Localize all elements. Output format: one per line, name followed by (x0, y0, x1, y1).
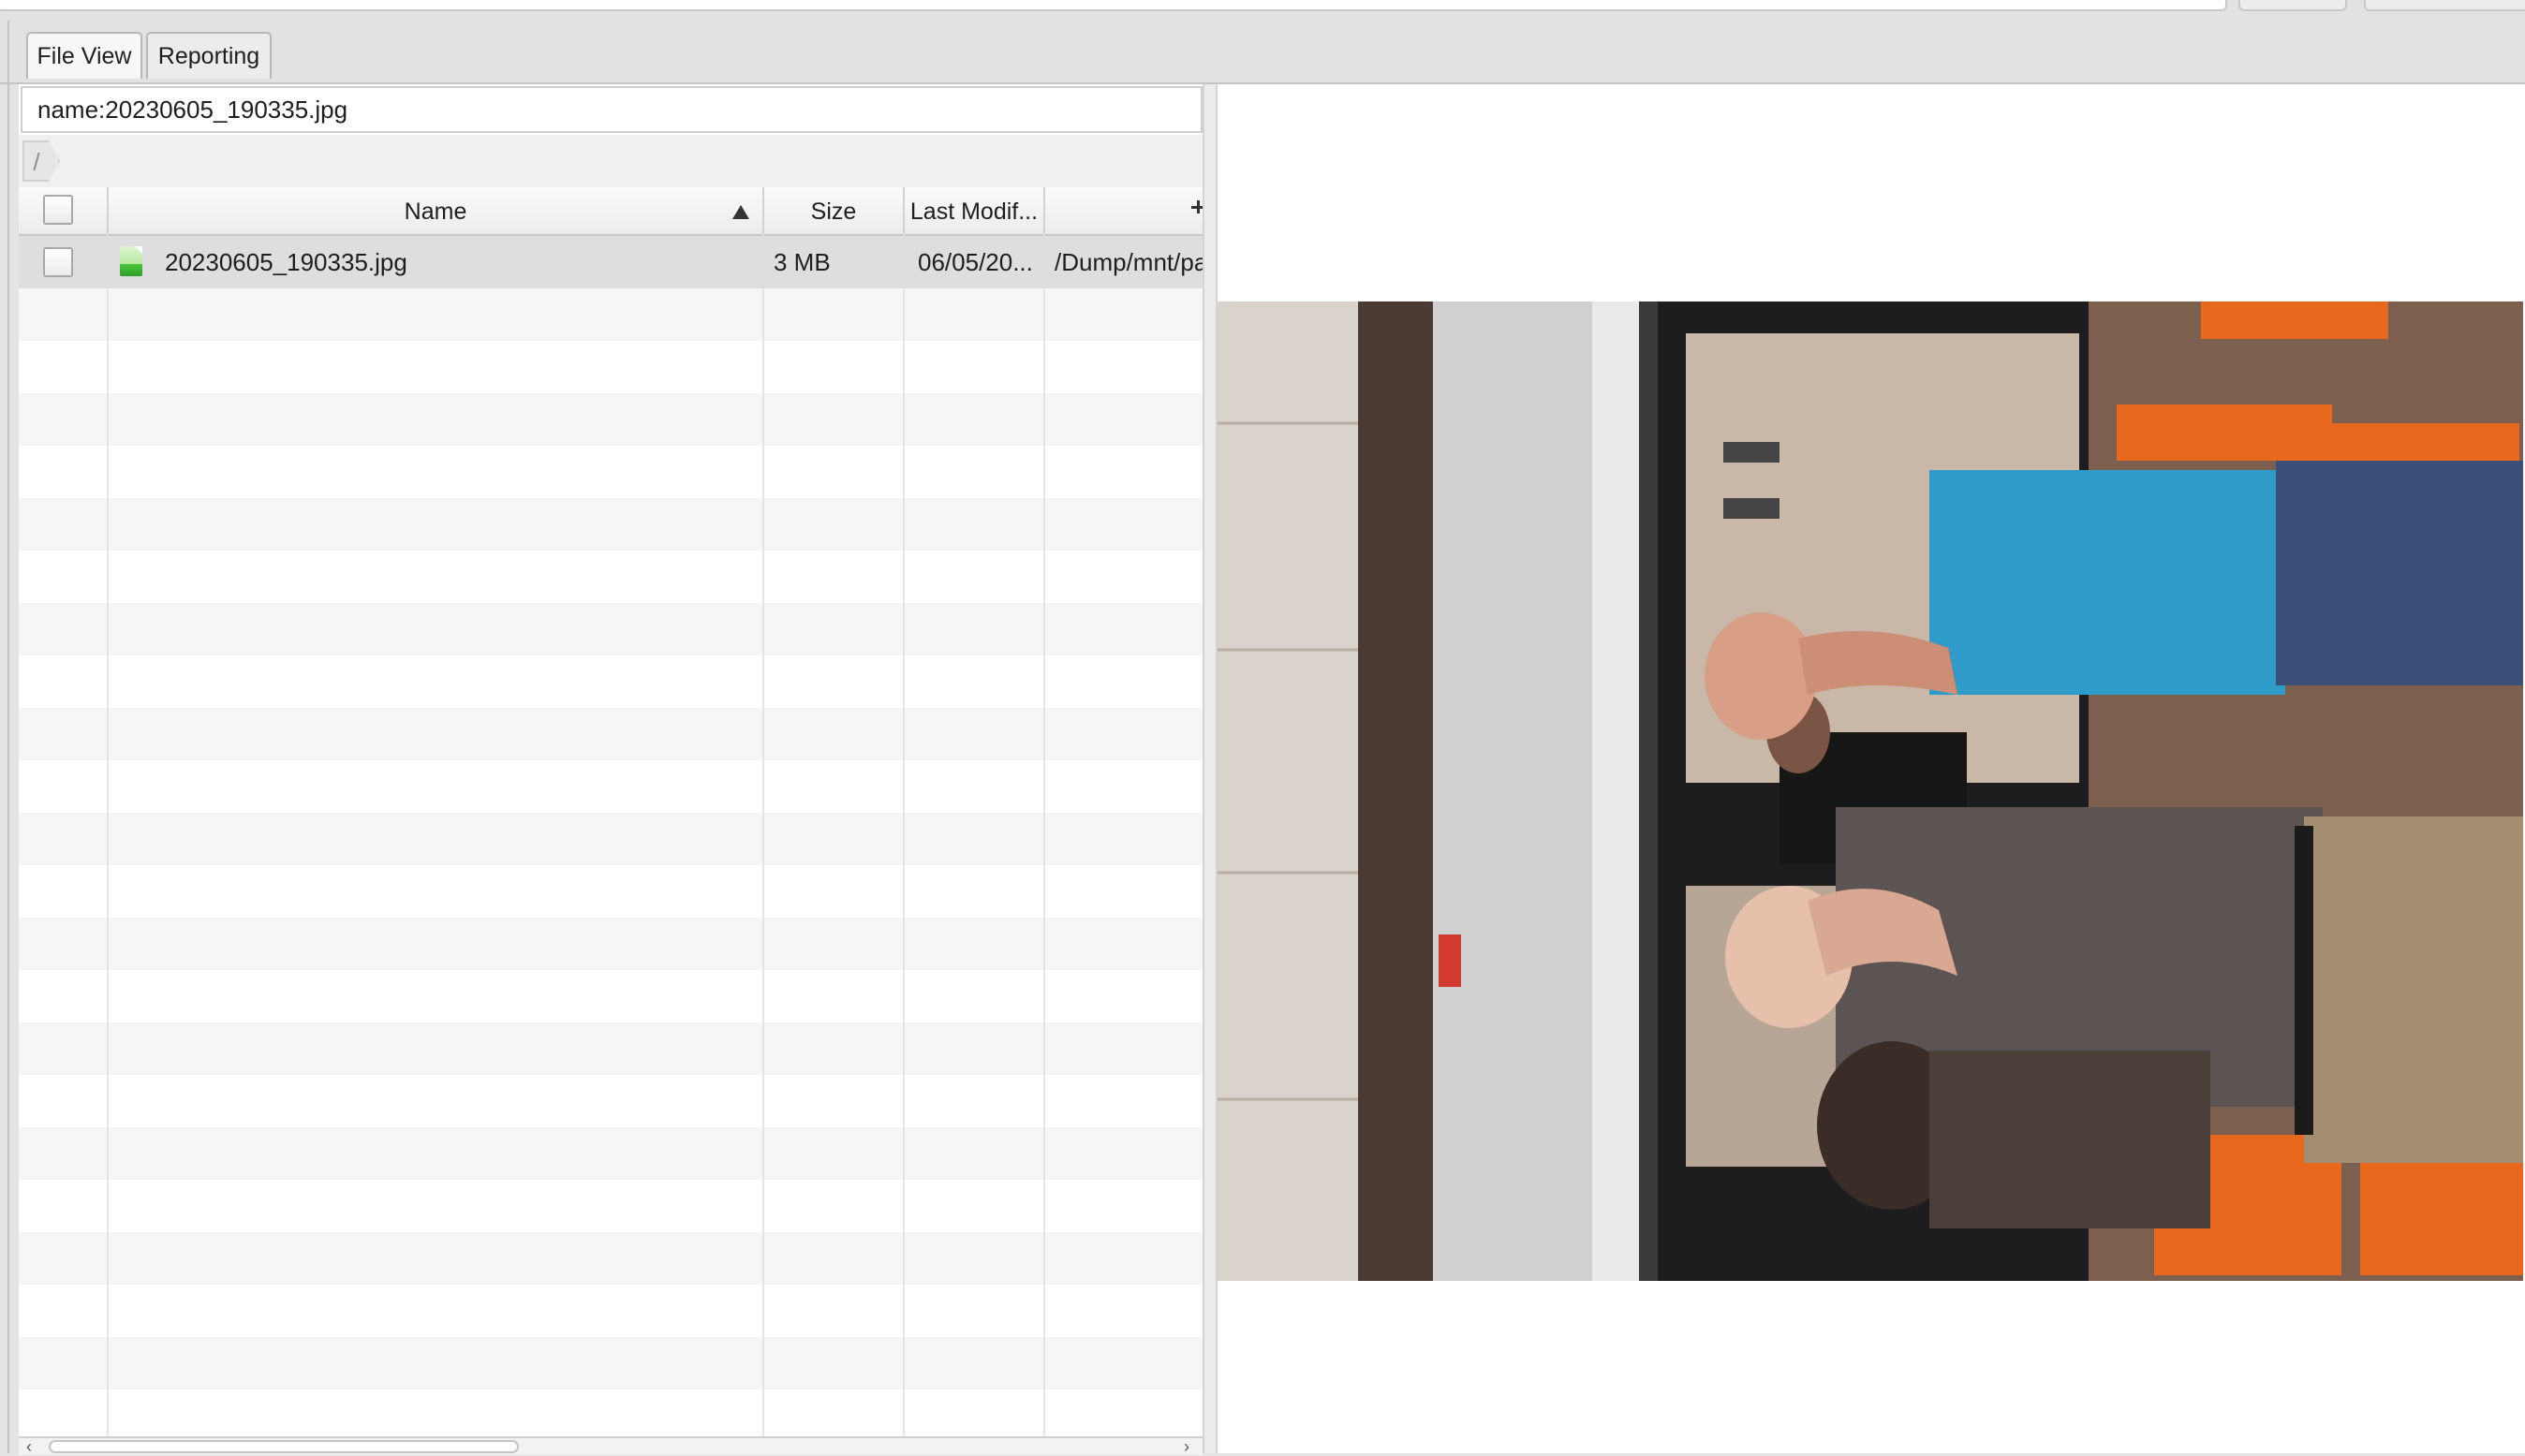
empty-table-row (19, 498, 1203, 551)
scroll-left-icon[interactable]: ‹ (26, 1438, 32, 1455)
scroll-right-icon[interactable]: › (1184, 1438, 1189, 1455)
empty-table-row (19, 865, 1203, 918)
tab-file-view[interactable]: File View (26, 32, 142, 79)
select-all-header (19, 187, 109, 234)
column-header-path[interactable] (1045, 187, 1203, 234)
empty-table-row (19, 288, 1203, 341)
sort-ascending-icon (732, 205, 749, 219)
empty-table-row (19, 446, 1203, 498)
empty-table-row (19, 1075, 1203, 1127)
select-all-checkbox[interactable] (43, 195, 73, 225)
empty-table-row (19, 1285, 1203, 1337)
empty-table-row (19, 1337, 1203, 1390)
column-header-name-label: Name (404, 199, 467, 225)
empty-table-row (19, 341, 1203, 393)
row-checkbox[interactable] (43, 247, 73, 277)
column-header-last-modified[interactable]: Last Modif... (905, 187, 1045, 234)
file-modified-cell: 06/05/20... (918, 248, 1033, 276)
empty-table-row (19, 655, 1203, 708)
empty-table-row (19, 1390, 1203, 1436)
empty-table-row (19, 1022, 1203, 1075)
image-preview-panel (1218, 84, 2525, 1453)
tab-reporting[interactable]: Reporting (146, 32, 272, 79)
table-header: Name Size Last Modif... (19, 187, 1203, 236)
file-table: Name Size Last Modif... 20230605_190335.… (19, 187, 1203, 1436)
empty-table-row (19, 551, 1203, 603)
column-header-size[interactable]: Size (764, 187, 905, 234)
empty-table-row (19, 813, 1203, 865)
column-divider (107, 234, 109, 1436)
tab-bar: File View Reporting (0, 21, 2525, 84)
panel-splitter[interactable] (1203, 84, 1218, 1453)
column-divider (762, 234, 764, 1436)
scrollbar-thumb[interactable] (49, 1440, 519, 1453)
empty-table-row (19, 918, 1203, 970)
table-row[interactable]: 20230605_190335.jpg 3 MB 06/05/20... /Du… (19, 236, 1203, 288)
breadcrumb-root[interactable]: / (22, 140, 60, 182)
file-size-cell: 3 MB (774, 248, 831, 276)
preview-image (1218, 301, 2523, 1281)
file-path-cell: /Dump/mnt/pa (1055, 248, 1203, 276)
top-text-field[interactable] (0, 0, 2227, 11)
column-divider (1043, 234, 1045, 1436)
image-file-icon (120, 246, 142, 276)
empty-table-row (19, 1180, 1203, 1232)
breadcrumb: / (19, 135, 1203, 189)
top-button-1[interactable] (2238, 0, 2347, 11)
top-button-2[interactable] (2364, 0, 2525, 11)
empty-table-row (19, 708, 1203, 760)
left-border (7, 21, 9, 1453)
search-input[interactable]: name:20230605_190335.jpg (21, 86, 1203, 133)
empty-table-row (19, 603, 1203, 655)
add-column-icon[interactable] (1191, 200, 1203, 213)
top-toolbar-strip (0, 0, 2525, 21)
file-name-cell: 20230605_190335.jpg (165, 248, 407, 276)
column-divider (903, 234, 905, 1436)
horizontal-scrollbar[interactable]: ‹ › (19, 1436, 1203, 1455)
empty-table-row (19, 1232, 1203, 1285)
column-header-name[interactable]: Name (109, 187, 764, 234)
empty-table-row (19, 970, 1203, 1022)
empty-table-row (19, 760, 1203, 813)
empty-table-row (19, 1127, 1203, 1180)
empty-table-row (19, 393, 1203, 446)
